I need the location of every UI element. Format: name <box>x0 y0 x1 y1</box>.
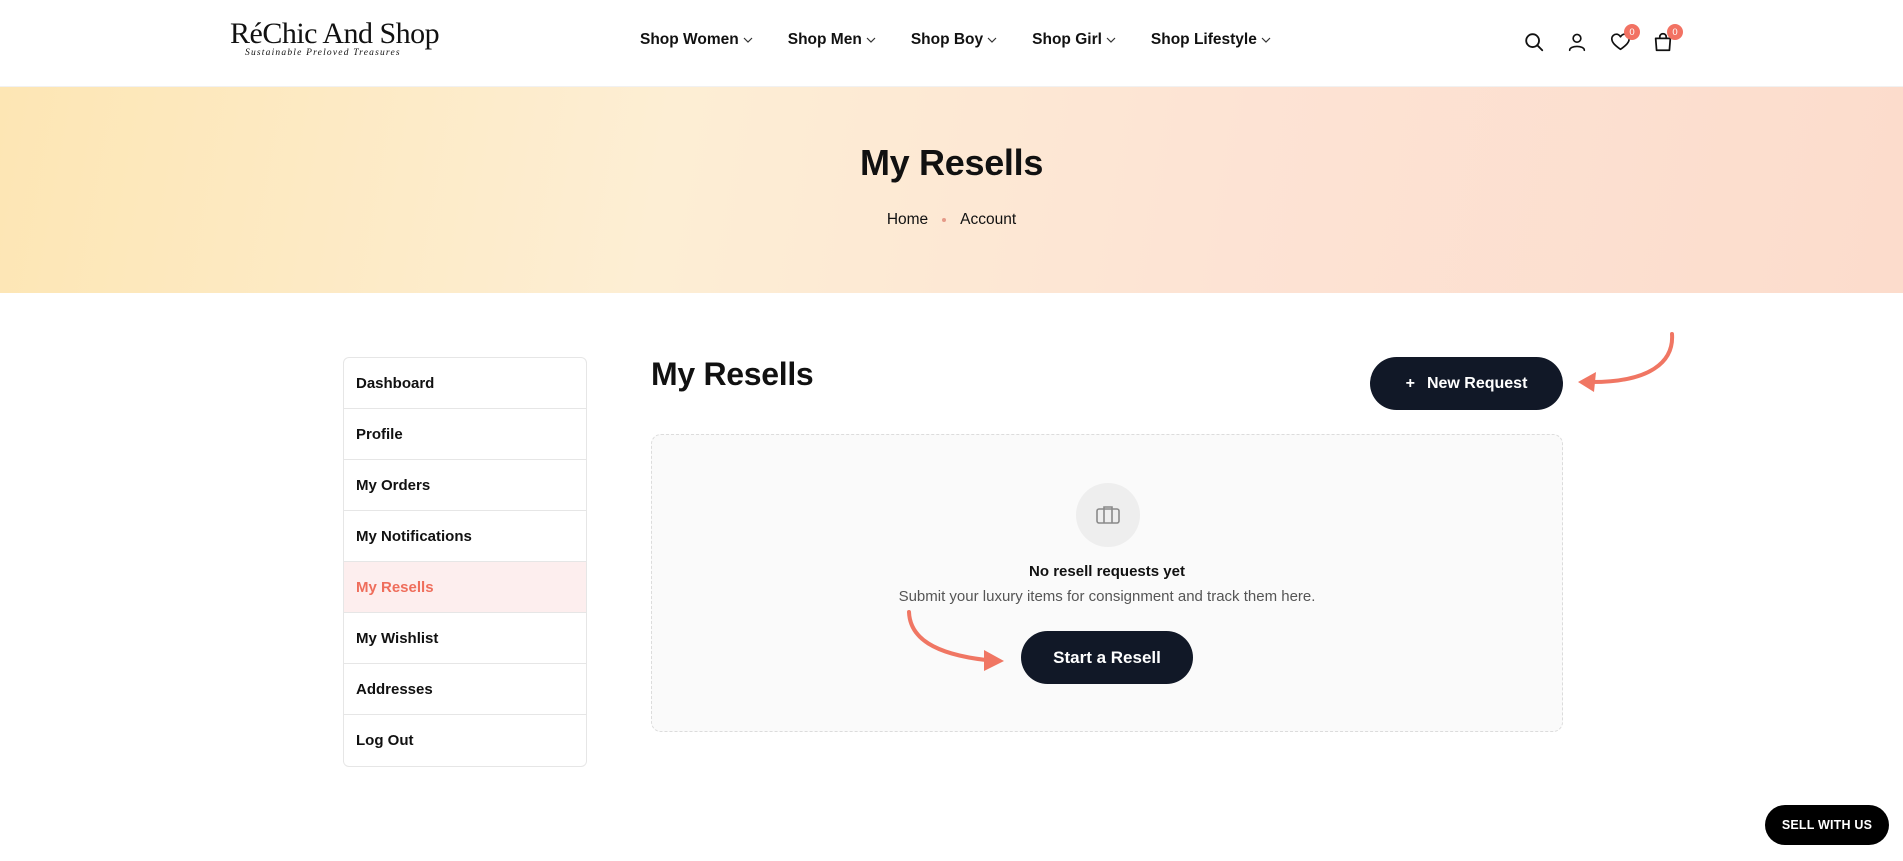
empty-state-subtitle: Submit your luxury items for consignment… <box>898 588 1316 605</box>
chevron-down-icon <box>1106 37 1116 43</box>
main-nav: Shop Women Shop Men Shop Boy Shop Girl S… <box>640 31 1306 49</box>
search-icon <box>1525 33 1544 52</box>
nav-shop-women[interactable]: Shop Women <box>640 31 754 49</box>
chevron-down-icon <box>866 37 876 43</box>
chevron-down-icon <box>743 37 753 43</box>
nav-shop-men[interactable]: Shop Men <box>788 31 877 49</box>
sidebar-item-notifications[interactable]: My Notifications <box>344 511 586 562</box>
briefcase-icon <box>1096 506 1120 524</box>
site-header: RéChic And Shop Sustainable Preloved Tre… <box>0 0 1903 87</box>
sidebar-item-wishlist[interactable]: My Wishlist <box>344 613 586 664</box>
empty-state-icon-circle <box>1076 483 1140 547</box>
sidebar-item-profile[interactable]: Profile <box>344 409 586 460</box>
cart-button[interactable]: 0 <box>1649 24 1683 56</box>
nav-label: Shop Men <box>787 31 862 48</box>
nav-shop-boy[interactable]: Shop Boy <box>911 31 998 49</box>
nav-label: Shop Lifestyle <box>1150 31 1257 48</box>
breadcrumb-separator <box>942 218 947 222</box>
user-icon <box>1568 33 1586 52</box>
account-sidebar: Dashboard Profile My Orders My Notificat… <box>343 357 587 767</box>
page-title: My Resells <box>859 142 1044 183</box>
sidebar-item-orders[interactable]: My Orders <box>344 460 586 511</box>
nav-shop-girl[interactable]: Shop Girl <box>1032 31 1117 49</box>
nav-shop-lifestyle[interactable]: Shop Lifestyle <box>1151 31 1272 49</box>
annotation-arrow-icon <box>907 610 1004 671</box>
sidebar-item-addresses[interactable]: Addresses <box>344 664 586 715</box>
sidebar-item-resells[interactable]: My Resells <box>344 562 586 613</box>
page-banner: My Resells Home Account <box>0 87 1903 293</box>
logo-text: RéChic And Shop <box>230 17 440 50</box>
breadcrumb-account: Account <box>960 211 1017 228</box>
new-request-label: New Request <box>1426 374 1528 392</box>
annotation-arrow-icon <box>1578 332 1675 392</box>
wishlist-count-badge: 0 <box>1624 24 1640 40</box>
empty-state-title: No resell requests yet <box>1029 563 1185 580</box>
chevron-down-icon <box>1261 37 1271 43</box>
breadcrumb: Home Account <box>0 211 1903 229</box>
plus-icon: + <box>1405 374 1415 392</box>
cart-count-badge: 0 <box>1667 24 1683 40</box>
empty-state-card: No resell requests yet Submit your luxur… <box>651 434 1563 732</box>
breadcrumb-home[interactable]: Home <box>887 211 928 229</box>
nav-label: Shop Women <box>640 31 739 48</box>
nav-label: Shop Girl <box>1032 31 1102 48</box>
section-title: My Resells <box>651 356 814 392</box>
nav-label: Shop Boy <box>910 31 984 48</box>
header-actions: 0 0 <box>1520 24 1692 56</box>
site-logo[interactable]: RéChic And Shop Sustainable Preloved Tre… <box>230 17 440 63</box>
sell-with-us-button[interactable]: SELL WITH US <box>1765 805 1889 845</box>
sidebar-item-logout[interactable]: Log Out <box>344 715 586 766</box>
account-button[interactable] <box>1563 28 1591 56</box>
chevron-down-icon <box>987 37 997 43</box>
new-request-button[interactable]: + New Request <box>1370 357 1563 410</box>
sidebar-item-dashboard[interactable]: Dashboard <box>344 358 586 409</box>
wishlist-button[interactable]: 0 <box>1606 24 1640 56</box>
start-resell-button[interactable]: Start a Resell <box>1021 631 1193 684</box>
search-button[interactable] <box>1520 28 1548 56</box>
